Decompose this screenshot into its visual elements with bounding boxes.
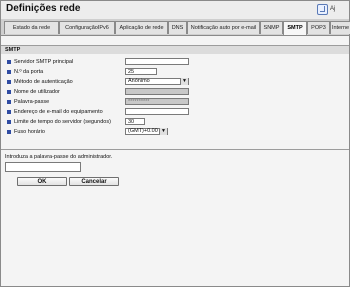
- label-port-number: N.º da porta: [14, 69, 44, 75]
- password-input: **********: [125, 98, 189, 105]
- label-server-timeout: Limite de tempo do servidor (segundos): [14, 119, 111, 125]
- label-time-zone: Fuso horário: [14, 129, 45, 135]
- tab-network-application[interactable]: Aplicação de rede: [115, 21, 168, 34]
- cancel-button[interactable]: Cancelar: [69, 177, 119, 186]
- bullet-icon: [7, 70, 11, 74]
- bullet-icon: [7, 110, 11, 114]
- server-timeout-input[interactable]: 30: [125, 118, 145, 125]
- bullet-icon: [7, 80, 11, 84]
- section-title: SMTP: [5, 47, 21, 53]
- row-port-number: N.º da porta: [14, 68, 194, 76]
- chevron-down-icon: ▼: [159, 128, 167, 135]
- tab-internet[interactable]: Interne: [330, 21, 350, 34]
- label-password: Palavra-passe: [14, 99, 50, 105]
- tab-smtp[interactable]: SMTP: [283, 21, 307, 35]
- bullet-icon: [7, 60, 11, 64]
- label-authentication-method: Método de autenticação: [14, 79, 73, 85]
- bullet-icon: [7, 90, 11, 94]
- username-input: [125, 88, 189, 95]
- device-email-input[interactable]: [125, 108, 189, 115]
- label-username: Nome de utilizador: [14, 89, 60, 95]
- time-zone-select[interactable]: (GMT)+0.00 ▼: [125, 128, 168, 135]
- bullet-icon: [7, 120, 11, 124]
- bullet-icon: [7, 100, 11, 104]
- divider: [1, 149, 349, 150]
- tab-email-notification[interactable]: Notificação auto por e-mail: [187, 21, 260, 34]
- primary-smtp-server-input[interactable]: [125, 58, 189, 65]
- authentication-method-select[interactable]: Anónimo ▼: [125, 78, 189, 85]
- tab-snmp[interactable]: SNMP: [260, 21, 283, 34]
- help-icon: [317, 3, 328, 15]
- section-header: SMTP: [1, 45, 349, 54]
- admin-password-prompt: Introduza a palavra-passe do administrad…: [5, 154, 113, 160]
- page-title: Definições rede: [6, 3, 81, 14]
- tab-pop3[interactable]: POP3: [307, 21, 330, 34]
- content-area: SMTP Servidor SMTP principal N.º da port…: [1, 36, 349, 286]
- help-link[interactable]: Aj: [317, 3, 349, 15]
- port-number-input[interactable]: 25: [125, 68, 157, 75]
- row-server-timeout: Limite de tempo do servidor (segundos): [14, 118, 194, 126]
- window-frame: Definições rede Aj Estado da rede Config…: [0, 0, 350, 287]
- tab-bar: Estado da rede ConfiguraçãoIPv6 Aplicaçã…: [1, 19, 350, 36]
- chevron-down-icon: ▼: [180, 78, 188, 85]
- bullet-icon: [7, 130, 11, 134]
- label-primary-smtp-server: Servidor SMTP principal: [14, 59, 74, 65]
- ok-button[interactable]: OK: [17, 177, 67, 186]
- help-label: Aj: [330, 6, 336, 12]
- admin-password-input[interactable]: [5, 162, 81, 172]
- time-zone-value: (GMT)+0.00: [128, 128, 158, 134]
- header: Definições rede Aj: [1, 1, 349, 17]
- tab-ipv6-config[interactable]: ConfiguraçãoIPv6: [59, 21, 115, 34]
- tab-dns[interactable]: DNS: [168, 21, 187, 34]
- label-device-email: Endereço de e-mail do equipamento: [14, 109, 103, 115]
- authentication-method-value: Anónimo: [128, 78, 150, 84]
- tab-network-status[interactable]: Estado da rede: [4, 21, 59, 34]
